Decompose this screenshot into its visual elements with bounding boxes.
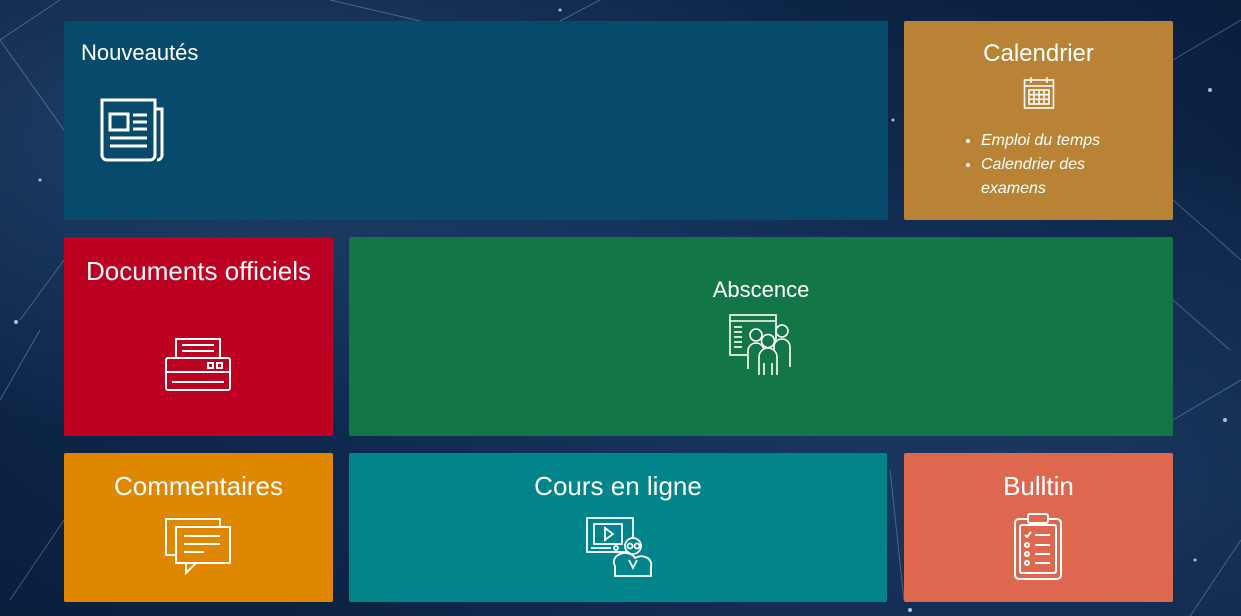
tile-calendar[interactable]: Calendrier Emploi du temps Calendrier de… bbox=[904, 21, 1173, 220]
tile-documents[interactable]: Documents officiels bbox=[64, 237, 333, 436]
tile-comments-title: Commentaires bbox=[113, 471, 284, 501]
tile-comments[interactable]: Commentaires bbox=[64, 453, 333, 602]
tile-news[interactable]: Nouveautés bbox=[64, 21, 888, 220]
tile-absence[interactable]: Abscence bbox=[349, 237, 1173, 436]
link-emploi-du-temps[interactable]: Emploi du temps bbox=[981, 129, 1131, 153]
tile-online-courses[interactable]: Cours en ligne bbox=[349, 453, 887, 602]
tile-calendar-title: Calendrier bbox=[983, 40, 1094, 67]
tile-bulletin-title: Bulltin bbox=[1003, 471, 1074, 501]
link-calendrier-examens[interactable]: Calendrier des examens bbox=[981, 153, 1131, 201]
tile-news-title: Nouveautés bbox=[81, 40, 199, 65]
clipboard-checklist-icon bbox=[1013, 513, 1063, 586]
newspaper-icon bbox=[99, 97, 165, 168]
tile-documents-title: Documents officiels bbox=[86, 256, 311, 286]
tile-bulletin[interactable]: Bulltin bbox=[904, 453, 1173, 602]
tile-absence-title: Abscence bbox=[712, 277, 810, 302]
calendar-links: Emploi du temps Calendrier des examens bbox=[962, 129, 1131, 201]
printer-icon bbox=[164, 336, 232, 397]
online-teacher-icon bbox=[585, 516, 653, 583]
chat-bubbles-icon bbox=[164, 517, 232, 580]
calendar-icon bbox=[1023, 76, 1055, 115]
tile-online-courses-title: Cours en ligne bbox=[534, 471, 702, 501]
attendance-group-icon bbox=[728, 313, 794, 382]
